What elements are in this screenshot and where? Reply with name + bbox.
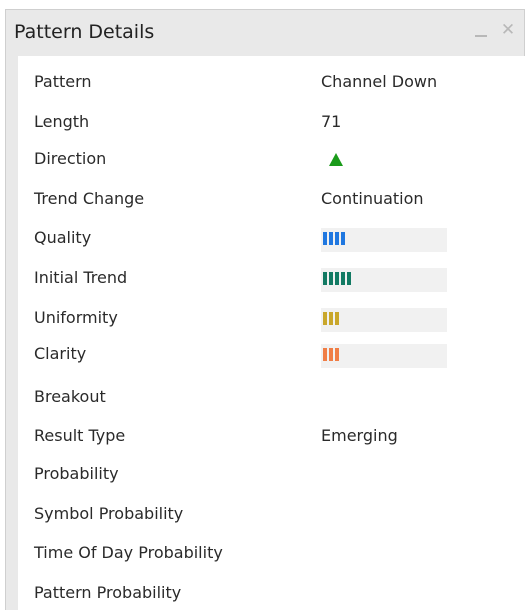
detail-row-time-of-day-probability: Time Of Day Probability	[18, 539, 518, 569]
detail-row-direction: Direction	[18, 145, 518, 175]
detail-value-length: 71	[321, 112, 342, 131]
meter-bar	[341, 272, 345, 285]
meter-bar	[335, 232, 339, 245]
meter-bar	[335, 312, 339, 325]
quality-meter	[321, 228, 447, 252]
meter-bar	[329, 272, 333, 285]
meter-bar	[323, 272, 327, 285]
detail-label-symbol-probability: Symbol Probability	[34, 504, 184, 523]
close-icon[interactable]: ✕	[500, 22, 516, 39]
detail-row-result-type: Result Type Emerging	[18, 422, 518, 452]
meter-bar	[347, 272, 351, 285]
initial-trend-meter	[321, 268, 447, 292]
details-list: Pattern Channel Down Length 71 Direction…	[18, 56, 531, 611]
detail-row-breakout: Breakout	[18, 383, 518, 413]
meter-bar	[329, 232, 333, 245]
detail-row-initial-trend: Initial Trend	[18, 264, 518, 294]
detail-label-clarity: Clarity	[34, 344, 87, 363]
pattern-details-panel: Pattern Details ✕ Pattern Channel Down L…	[5, 9, 531, 611]
detail-row-clarity: Clarity	[18, 340, 518, 370]
detail-label-pattern-probability: Pattern Probability	[34, 583, 182, 602]
detail-row-pattern-probability: Pattern Probability	[18, 579, 518, 609]
meter-bar	[323, 312, 327, 325]
detail-label-probability: Probability	[34, 464, 119, 483]
quality-bars	[323, 232, 345, 245]
detail-row-pattern: Pattern Channel Down	[18, 68, 518, 98]
detail-row-symbol-probability: Symbol Probability	[18, 500, 518, 530]
meter-bar	[329, 348, 333, 361]
clarity-meter	[321, 344, 447, 368]
uniformity-bars	[323, 312, 339, 325]
detail-row-quality: Quality	[18, 224, 518, 254]
detail-label-direction: Direction	[34, 149, 107, 168]
detail-label-initial-trend: Initial Trend	[34, 268, 128, 287]
detail-row-probability: Probability	[18, 460, 518, 490]
meter-bar	[335, 272, 339, 285]
meter-bar	[335, 348, 339, 361]
panel-titlebar: Pattern Details ✕	[6, 10, 524, 54]
detail-value-pattern: Channel Down	[321, 72, 438, 91]
detail-label-time-of-day-probability: Time Of Day Probability	[34, 543, 223, 562]
detail-row-trend-change: Trend Change Continuation	[18, 185, 518, 215]
detail-row-uniformity: Uniformity	[18, 304, 518, 334]
meter-bar	[341, 232, 345, 245]
meter-bar	[329, 312, 333, 325]
detail-label-pattern: Pattern	[34, 72, 92, 91]
clarity-bars	[323, 348, 339, 361]
detail-label-breakout: Breakout	[34, 387, 106, 406]
minimize-icon[interactable]	[473, 22, 489, 38]
detail-label-length: Length	[34, 112, 90, 131]
panel-title: Pattern Details	[14, 21, 155, 43]
detail-row-length: Length 71	[18, 108, 518, 138]
up-arrow-icon	[329, 153, 343, 166]
detail-value-result-type: Emerging	[321, 426, 398, 445]
detail-label-result-type: Result Type	[34, 426, 126, 445]
detail-label-uniformity: Uniformity	[34, 308, 118, 327]
meter-bar	[323, 232, 327, 245]
detail-value-trend-change: Continuation	[321, 189, 424, 208]
uniformity-meter	[321, 308, 447, 332]
initial-trend-bars	[323, 272, 351, 285]
detail-label-quality: Quality	[34, 228, 92, 247]
detail-label-trend-change: Trend Change	[34, 189, 145, 208]
meter-bar	[323, 348, 327, 361]
